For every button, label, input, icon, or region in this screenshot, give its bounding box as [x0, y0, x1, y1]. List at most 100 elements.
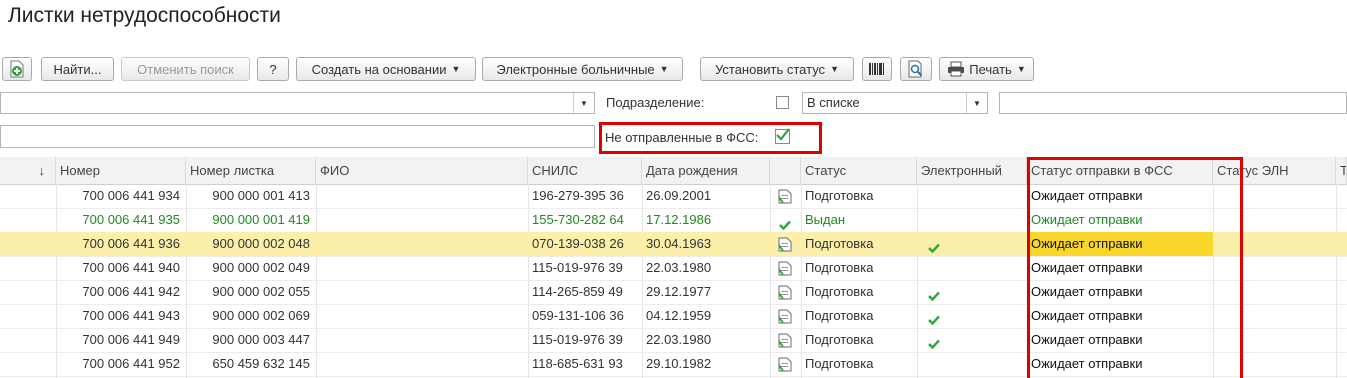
set-status-button[interactable]: Установить статус ▼ [700, 57, 854, 81]
cell-status: Подготовка [805, 260, 874, 275]
subdivision-mode-value: В списке [807, 95, 860, 110]
cell-number: 700 006 441 949 [82, 332, 180, 347]
organization-select[interactable]: ▼ [0, 92, 595, 114]
cell-sheet: 650 459 632 145 [212, 356, 310, 371]
set-status-label: Установить статус [715, 61, 826, 77]
cell-fio [316, 352, 528, 376]
subdivision-label: Подразделение: [606, 95, 705, 110]
dropdown-arrow-icon: ▼ [451, 64, 461, 74]
cancel-search-label: Отменить поиск [137, 61, 234, 77]
document-icon [778, 357, 792, 372]
cell-sheet: 900 000 002 055 [212, 284, 310, 299]
cell-fio [316, 304, 528, 328]
cell-snils: 059-131-106 36 [532, 308, 624, 323]
cell-status: Подготовка [805, 236, 874, 251]
cell-status: Подготовка [805, 284, 874, 299]
dropdown-arrow-icon: ▼ [830, 64, 839, 74]
column-header-sheet-number[interactable]: Номер листка [186, 157, 316, 184]
create-based-on-button[interactable]: Создать на основании ▼ [296, 57, 476, 81]
cell-birth: 04.12.1959 [646, 308, 712, 323]
cell-sheet: 900 000 002 048 [212, 236, 310, 251]
add-button[interactable] [2, 57, 32, 81]
print-label: Печать [969, 61, 1012, 77]
cell-snils: 155-730-282 64 [532, 212, 624, 227]
help-label: ? [269, 61, 277, 77]
help-button[interactable]: ? [257, 57, 289, 81]
document-icon [778, 237, 792, 252]
cell-fio [316, 184, 528, 208]
cell-number: 700 006 441 952 [82, 356, 180, 371]
column-header-status[interactable]: Статус [801, 157, 917, 184]
document-icon [778, 189, 792, 204]
cell-birth: 17.12.1986 [646, 212, 712, 227]
chevron-down-icon[interactable]: ▼ [966, 93, 987, 113]
document-icon [778, 333, 792, 348]
electronic-sick-leave-label: Электронные больничные [496, 61, 655, 77]
dropdown-arrow-icon: ▼ [1016, 64, 1026, 74]
chevron-down-icon[interactable]: ▼ [573, 93, 594, 113]
subdivision-value-field[interactable] [999, 92, 1347, 114]
cell-birth: 29.12.1977 [646, 284, 712, 299]
electronic-sick-leave-button[interactable]: Электронные больничные ▼ [482, 57, 683, 81]
add-document-icon [10, 60, 24, 78]
cell-birth: 30.04.1963 [646, 236, 712, 251]
cell-status: Выдан [805, 212, 846, 227]
cancel-search-button[interactable]: Отменить поиск [121, 57, 250, 81]
column-header-birth-date[interactable]: Дата рождения [642, 157, 770, 184]
electronic-check-icon [928, 337, 940, 350]
cell-status: Подготовка [805, 332, 874, 347]
electronic-check-icon [928, 313, 940, 326]
cell-birth: 26.09.2001 [646, 188, 712, 203]
cell-snils: 070-139-038 26 [532, 236, 624, 251]
cell-number: 700 006 441 942 [82, 284, 180, 299]
cell-snils: 115-019-976 39 [532, 260, 623, 275]
cell-snils: 118-685-631 93 [532, 356, 623, 371]
cell-snils: 115-019-976 39 [532, 332, 623, 347]
page-title: Листки нетрудоспособности [8, 4, 281, 27]
not-sent-label: Не отправленные в ФСС: [605, 130, 759, 145]
column-header-snils[interactable]: СНИЛС [528, 157, 642, 184]
column-header-t[interactable]: Т [1336, 157, 1347, 184]
cell-birth: 22.03.1980 [646, 332, 712, 347]
check-icon [779, 218, 791, 231]
cell-status: Подготовка [805, 356, 874, 371]
document-icon [778, 261, 792, 276]
document-icon [778, 309, 792, 324]
column-header-electronic[interactable]: Электронный [917, 157, 1027, 184]
cell-birth: 22.03.1980 [646, 260, 712, 275]
create-based-on-label: Создать на основании [311, 61, 447, 77]
cell-sheet: 900 000 001 419 [212, 212, 310, 227]
cell-number: 700 006 441 935 [82, 212, 180, 227]
cell-number: 700 006 441 936 [82, 236, 180, 251]
cell-fio [316, 280, 528, 304]
dropdown-arrow-icon: ▼ [659, 64, 669, 74]
find-button[interactable]: Найти... [41, 57, 114, 81]
search-field[interactable] [0, 125, 595, 148]
document-icon [778, 285, 792, 300]
barcode-icon [869, 63, 884, 75]
column-header-number[interactable]: Номер [56, 157, 186, 184]
column-header-fio[interactable]: ФИО [316, 157, 528, 184]
not-sent-checkbox[interactable] [775, 128, 790, 144]
find-button-label: Найти... [53, 61, 102, 77]
column-header-status-icon[interactable] [770, 157, 801, 184]
subdivision-mode-select[interactable]: В списке ▼ [802, 92, 988, 114]
cell-fio [316, 256, 528, 280]
cell-status: Подготовка [805, 308, 874, 323]
barcode-button[interactable] [862, 57, 892, 81]
column-header-sort[interactable]: ↓ [0, 157, 56, 184]
cell-fio [316, 328, 528, 352]
electronic-check-icon [928, 289, 940, 302]
print-preview-button[interactable] [900, 57, 932, 81]
cell-fio [316, 208, 528, 232]
subdivision-checkbox[interactable] [776, 96, 789, 109]
cell-sheet: 900 000 001 413 [212, 188, 310, 203]
cell-birth: 29.10.1982 [646, 356, 712, 371]
cell-snils: 196-279-395 36 [532, 188, 624, 203]
cell-sheet: 900 000 002 049 [212, 260, 310, 275]
cell-number: 700 006 441 940 [82, 260, 180, 275]
printer-icon [948, 61, 965, 77]
cell-fio [316, 232, 528, 256]
print-button[interactable]: Печать ▼ [939, 57, 1034, 81]
cell-status: Подготовка [805, 188, 874, 203]
